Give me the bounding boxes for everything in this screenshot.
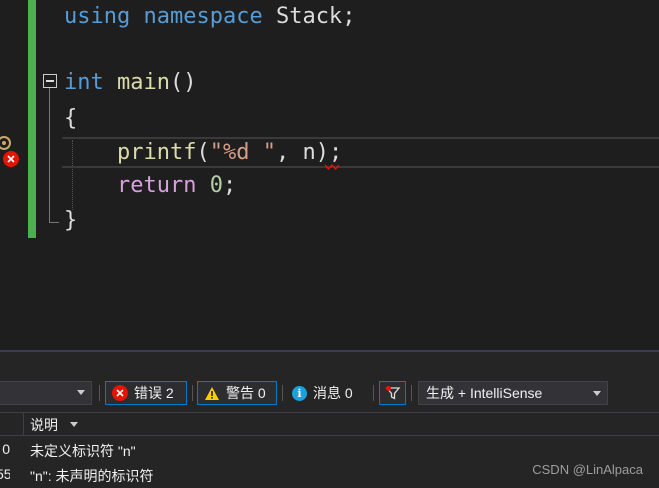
code-token: ( bbox=[196, 140, 210, 165]
code-line-3[interactable]: int main() bbox=[64, 66, 196, 99]
change-tracking-bar bbox=[28, 0, 36, 238]
error-list-header: 说明 bbox=[0, 412, 659, 436]
code-token: int bbox=[64, 70, 104, 95]
code-line-4[interactable]: { bbox=[64, 102, 77, 135]
filter-icon bbox=[385, 386, 400, 400]
chevron-down-icon bbox=[77, 390, 85, 395]
code-token: using bbox=[64, 4, 131, 29]
code-line-6[interactable]: return 0; bbox=[64, 169, 236, 202]
code-token: 0 bbox=[209, 173, 223, 198]
chevron-down-icon bbox=[593, 391, 601, 396]
warning-icon bbox=[205, 386, 219, 400]
error-icon bbox=[112, 385, 128, 401]
code-token: ); bbox=[315, 140, 343, 165]
code-token: , bbox=[275, 140, 303, 165]
code-token: ; bbox=[342, 4, 356, 29]
error-squiggle bbox=[325, 164, 339, 170]
column-header-description[interactable]: 说明 bbox=[30, 415, 58, 435]
code-token: printf bbox=[116, 140, 197, 165]
error-description: 未定义标识符 "n" bbox=[30, 443, 136, 459]
warnings-filter-label: 警告 0 bbox=[226, 385, 266, 401]
warnings-filter-button[interactable]: 警告 0 bbox=[197, 381, 277, 405]
errors-filter-button[interactable]: 错误 2 bbox=[105, 381, 187, 405]
error-marker-icon[interactable] bbox=[3, 151, 19, 167]
code-line-5[interactable]: printf("%d ", n); bbox=[64, 136, 342, 169]
build-source-dropdown[interactable]: 生成 + IntelliSense bbox=[418, 381, 608, 405]
info-icon: i bbox=[292, 385, 307, 401]
code-token: () bbox=[169, 70, 197, 95]
code-editor[interactable]: using namespace Stack; int main() { prin… bbox=[0, 0, 659, 350]
editor-gutter[interactable] bbox=[0, 0, 28, 350]
toolbar-separator bbox=[373, 385, 374, 401]
error-list-toolbar: 错误 2 警告 0 i 消息 0 生成 + IntelliSense bbox=[0, 377, 659, 409]
code-token: { bbox=[64, 106, 78, 131]
code-token: namespace bbox=[143, 4, 263, 29]
code-token: main bbox=[117, 70, 170, 95]
outline-line-end bbox=[49, 222, 59, 223]
watermark: CSDN @LinAlpaca bbox=[532, 462, 643, 477]
code-token: return bbox=[116, 173, 197, 198]
toolbar-separator bbox=[192, 385, 193, 401]
toolbar-separator bbox=[282, 385, 283, 401]
code-token: } bbox=[64, 208, 78, 233]
build-source-value: 生成 + IntelliSense bbox=[426, 385, 543, 401]
error-code: 55 bbox=[0, 466, 10, 482]
messages-filter-label: 消息 0 bbox=[313, 385, 353, 401]
code-token: ; bbox=[222, 173, 237, 198]
code-token: Stack bbox=[275, 4, 343, 29]
code-token: "%d " bbox=[209, 140, 276, 165]
messages-filter-button[interactable]: i 消息 0 bbox=[284, 381, 370, 405]
collapse-toggle-icon[interactable] bbox=[43, 74, 57, 88]
code-line-1[interactable]: using namespace Stack; bbox=[64, 0, 355, 33]
chevron-down-icon[interactable] bbox=[70, 422, 78, 427]
toolbar-separator bbox=[99, 385, 100, 401]
table-row[interactable]: 0 未定义标识符 "n" bbox=[0, 437, 659, 462]
error-description: "n": 未声明的标识符 bbox=[30, 468, 154, 484]
errors-filter-label: 错误 2 bbox=[134, 385, 174, 401]
scope-dropdown[interactable] bbox=[0, 381, 92, 405]
toolbar-separator bbox=[411, 385, 412, 401]
column-resize-handle[interactable] bbox=[23, 413, 24, 435]
filter-toggle-button[interactable] bbox=[379, 381, 406, 405]
code-line-7[interactable]: } bbox=[64, 204, 77, 237]
outline-line bbox=[49, 88, 50, 222]
error-code: 0 bbox=[2, 441, 10, 457]
code-token: n bbox=[302, 140, 316, 165]
